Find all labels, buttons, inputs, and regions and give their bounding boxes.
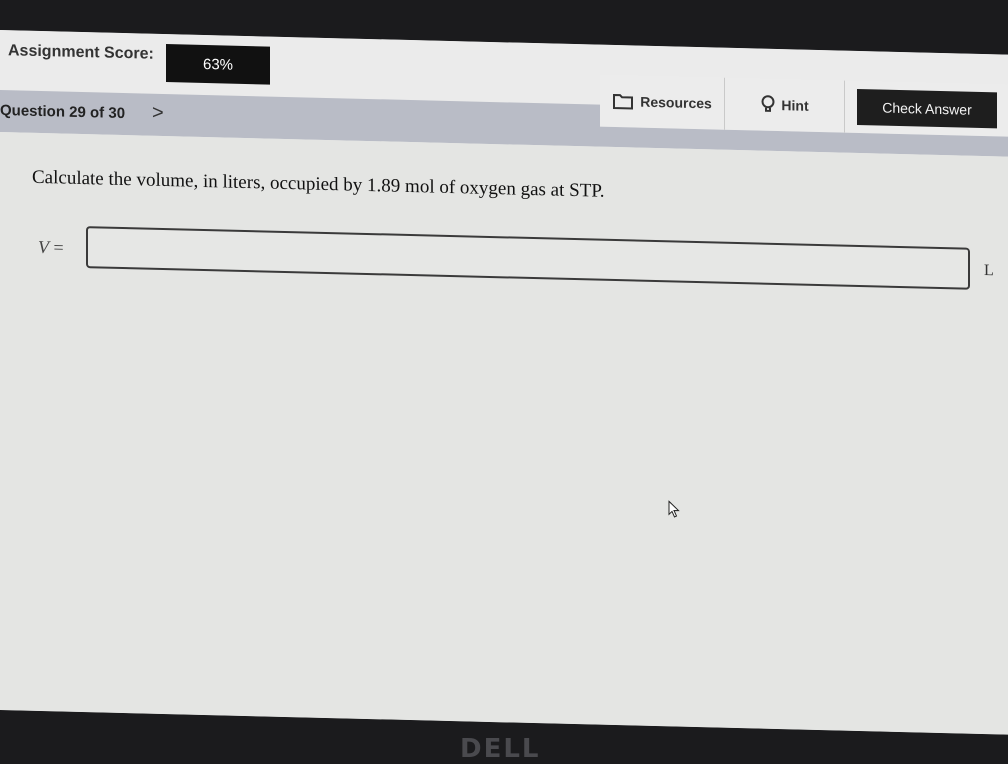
mouse-pointer-icon: [668, 500, 680, 523]
hint-label: Hint: [781, 97, 809, 114]
question-text: Calculate the volume, in liters, occupie…: [32, 166, 605, 202]
resources-button[interactable]: Resources: [600, 74, 724, 130]
resources-label: Resources: [640, 93, 712, 112]
check-answer-button[interactable]: Check Answer: [857, 88, 997, 129]
question-panel: Calculate the volume, in liters, occupie…: [0, 132, 1008, 735]
browser-screen: Assignment Score: 63% Question 29 of 30 …: [0, 30, 1008, 735]
next-question-button[interactable]: >: [152, 102, 164, 125]
variable-symbol: V: [38, 236, 49, 258]
assignment-score-value: 63%: [166, 44, 270, 85]
assignment-score-label: Assignment Score:: [8, 42, 154, 63]
volume-answer-input[interactable]: [86, 226, 970, 290]
hint-button[interactable]: Hint: [724, 77, 845, 133]
question-counter: Question 29 of 30: [0, 102, 126, 123]
folder-icon: [612, 92, 634, 111]
check-answer-cell: Check Answer: [844, 80, 1008, 137]
equals-sign: =: [53, 237, 64, 258]
unit-label: L: [984, 262, 994, 280]
answer-variable-label: V =: [38, 237, 64, 259]
lightbulb-icon: [761, 95, 775, 115]
device-logo: DELL: [460, 734, 541, 764]
